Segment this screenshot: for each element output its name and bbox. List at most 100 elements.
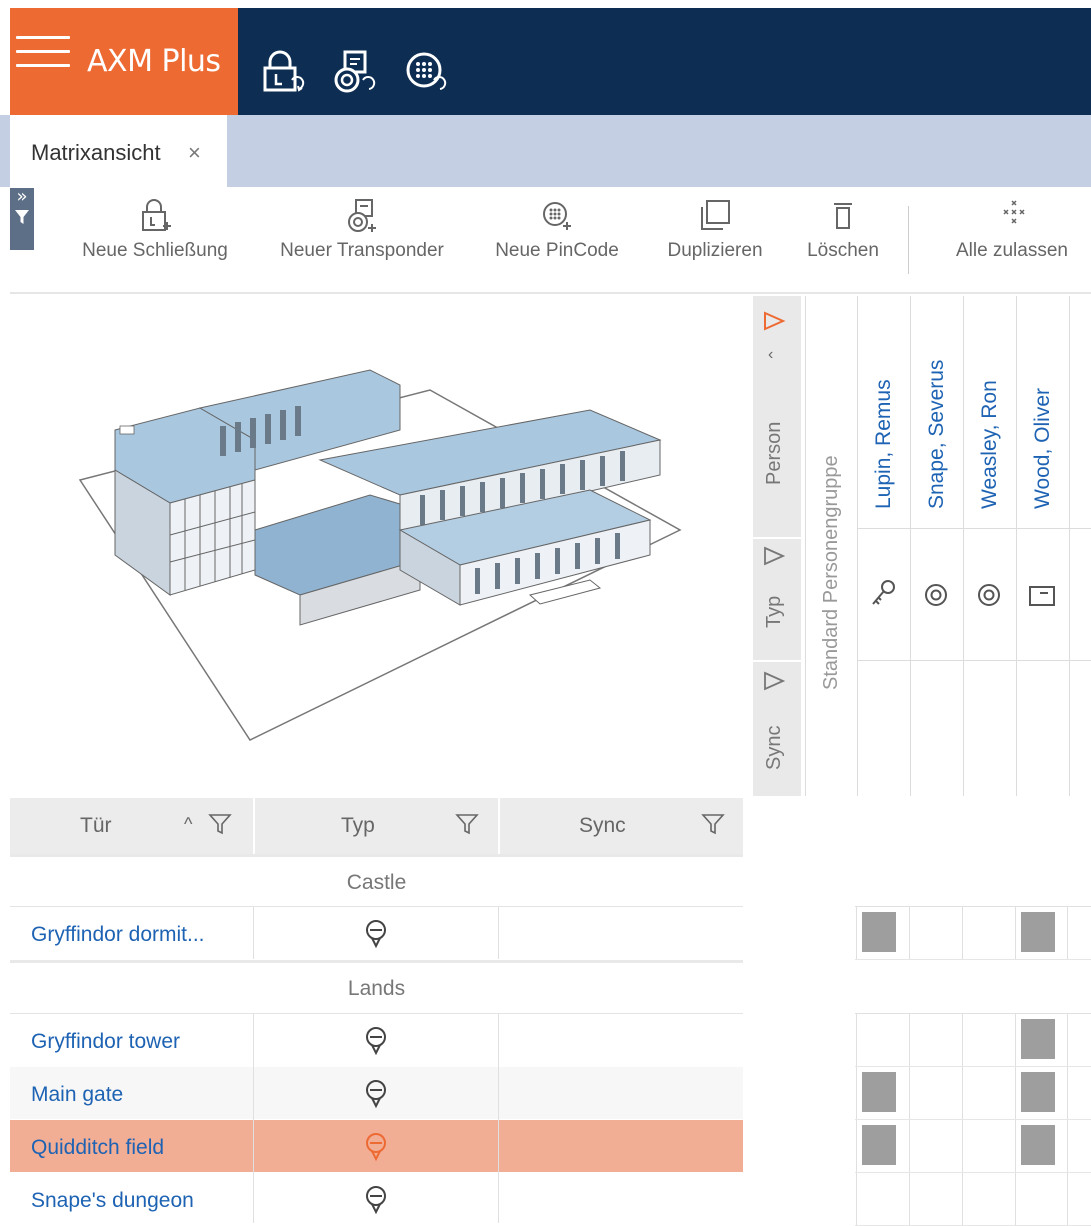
type-filter-icon[interactable] <box>762 545 786 567</box>
type-filter-label[interactable]: Typ <box>763 596 786 628</box>
access-cell[interactable] <box>915 912 949 952</box>
cylinder-lock-icon <box>366 920 386 949</box>
tab-label: Matrixansicht <box>31 140 161 165</box>
sync-filter-label[interactable]: Sync <box>763 726 786 770</box>
cell-divider <box>498 1014 499 1223</box>
person-weasley-ron[interactable]: Weasley, Ron <box>978 380 1002 509</box>
new-lock-icon <box>142 199 171 231</box>
building-illustration <box>78 369 682 741</box>
transponder-icon <box>978 584 1000 606</box>
access-cell[interactable] <box>968 1125 1002 1165</box>
door-main-gate[interactable]: Main gate <box>31 1083 123 1107</box>
access-granted-cell[interactable] <box>862 1072 896 1112</box>
matrix-column-line <box>962 906 963 959</box>
person-group-label[interactable]: Standard Personengruppe <box>820 455 843 690</box>
duplicate-button[interactable]: Duplizieren <box>657 198 773 278</box>
hamburger-menu-icon[interactable] <box>16 36 70 74</box>
allow-all-label: Alle zulassen <box>956 240 1068 261</box>
delete-icon <box>834 203 852 229</box>
new-pincode-label: Neue PinCode <box>495 240 619 261</box>
new-lock-button[interactable]: Neue Schließung <box>72 198 238 278</box>
sync-filter-icon[interactable] <box>762 670 786 692</box>
delete-button[interactable]: Löschen <box>800 198 886 278</box>
door-table-header <box>10 798 743 854</box>
toolbar-separator <box>908 206 909 274</box>
access-granted-cell[interactable] <box>1021 1125 1055 1165</box>
transponder-icon <box>925 584 947 606</box>
person-filter-icon[interactable] <box>762 310 786 332</box>
matrix-row-line <box>855 959 1091 960</box>
access-cell[interactable] <box>968 1072 1002 1112</box>
matrix-column-line <box>856 906 857 959</box>
access-cell[interactable] <box>968 1019 1002 1059</box>
toolbar-divider <box>10 292 1091 294</box>
key-icon <box>872 580 895 605</box>
access-cell[interactable] <box>915 1019 949 1059</box>
allow-all-icon <box>1003 200 1025 224</box>
new-transponder-icon <box>348 199 376 232</box>
access-granted-cell[interactable] <box>862 912 896 952</box>
tab-close-icon[interactable]: × <box>188 140 201 166</box>
type-column-filter-icon[interactable] <box>455 812 479 836</box>
delete-label: Löschen <box>807 240 879 261</box>
new-lock-label: Neue Schließung <box>82 240 228 261</box>
door-filter-icon[interactable] <box>208 812 232 836</box>
filter-icon <box>15 210 29 224</box>
new-transponder-button[interactable]: Neuer Transponder <box>268 198 456 278</box>
sync-column-filter-icon[interactable] <box>701 812 725 836</box>
access-cell[interactable] <box>915 1125 949 1165</box>
new-pincode-button[interactable]: Neue PinCode <box>485 198 629 278</box>
door-column-header[interactable]: Tür <box>80 814 112 838</box>
person-snape-severus[interactable]: Snape, Severus <box>925 360 949 509</box>
access-granted-cell[interactable] <box>1021 1072 1055 1112</box>
column-divider <box>857 296 858 796</box>
matrix-column-line <box>1067 906 1068 959</box>
cylinder-lock-icon <box>366 1186 386 1215</box>
new-pincode-icon <box>543 202 571 230</box>
door-quidditch-field[interactable]: Quidditch field <box>31 1136 164 1160</box>
door-gryffindor-dormitory[interactable]: Gryffindor dormit... <box>31 923 205 947</box>
matrix-row-line <box>855 1172 1091 1173</box>
cell-divider <box>498 907 499 959</box>
door-snapes-dungeon[interactable]: Snape's dungeon <box>31 1189 194 1213</box>
cylinder-lock-icon <box>366 1027 386 1056</box>
access-granted-cell[interactable] <box>1021 912 1055 952</box>
person-filter-label[interactable]: Person <box>763 422 786 485</box>
column-divider <box>1069 296 1070 796</box>
matrix-header-rule <box>858 528 1091 529</box>
person-lupin-remus[interactable]: Lupin, Remus <box>872 379 896 509</box>
matrix-column-line <box>909 906 910 959</box>
access-granted-cell[interactable] <box>1021 1019 1055 1059</box>
access-cell[interactable] <box>1021 1178 1055 1218</box>
matrix-column-line <box>1015 906 1016 959</box>
sync-column-header[interactable]: Sync <box>579 814 626 838</box>
door-gryffindor-tower[interactable]: Gryffindor tower <box>31 1030 180 1054</box>
new-transponder-label: Neuer Transponder <box>280 240 444 261</box>
access-cell[interactable] <box>968 912 1002 952</box>
column-divider <box>1016 296 1017 796</box>
access-cell[interactable] <box>915 1178 949 1218</box>
access-cell[interactable] <box>968 1178 1002 1218</box>
duplicate-label: Duplizieren <box>667 240 763 261</box>
app-title: AXM Plus <box>87 44 221 79</box>
allow-all-button[interactable]: Alle zulassen <box>950 198 1091 278</box>
access-granted-cell[interactable] <box>862 1125 896 1165</box>
lock-sync-icon[interactable] <box>262 50 306 94</box>
cylinder-lock-icon <box>366 1080 386 1109</box>
transponder-sync-icon[interactable] <box>333 50 377 94</box>
header-divider <box>253 798 255 854</box>
cylinder-lock-icon <box>366 1133 386 1162</box>
pincode-sync-icon[interactable] <box>404 50 448 94</box>
type-column-header[interactable]: Typ <box>341 814 375 838</box>
access-cell[interactable] <box>862 1019 896 1059</box>
cell-divider <box>253 907 254 959</box>
sort-ascending-icon[interactable]: ^ <box>184 814 192 835</box>
card-icon <box>1029 586 1055 606</box>
access-cell[interactable] <box>915 1072 949 1112</box>
column-divider <box>910 296 911 796</box>
duplicate-icon <box>701 200 730 230</box>
person-wood-oliver[interactable]: Wood, Oliver <box>1031 388 1055 509</box>
collapse-chevron-icon[interactable]: ‹ <box>768 346 773 364</box>
access-cell[interactable] <box>862 1178 896 1218</box>
expand-filter-panel-button[interactable]: » <box>10 188 34 250</box>
